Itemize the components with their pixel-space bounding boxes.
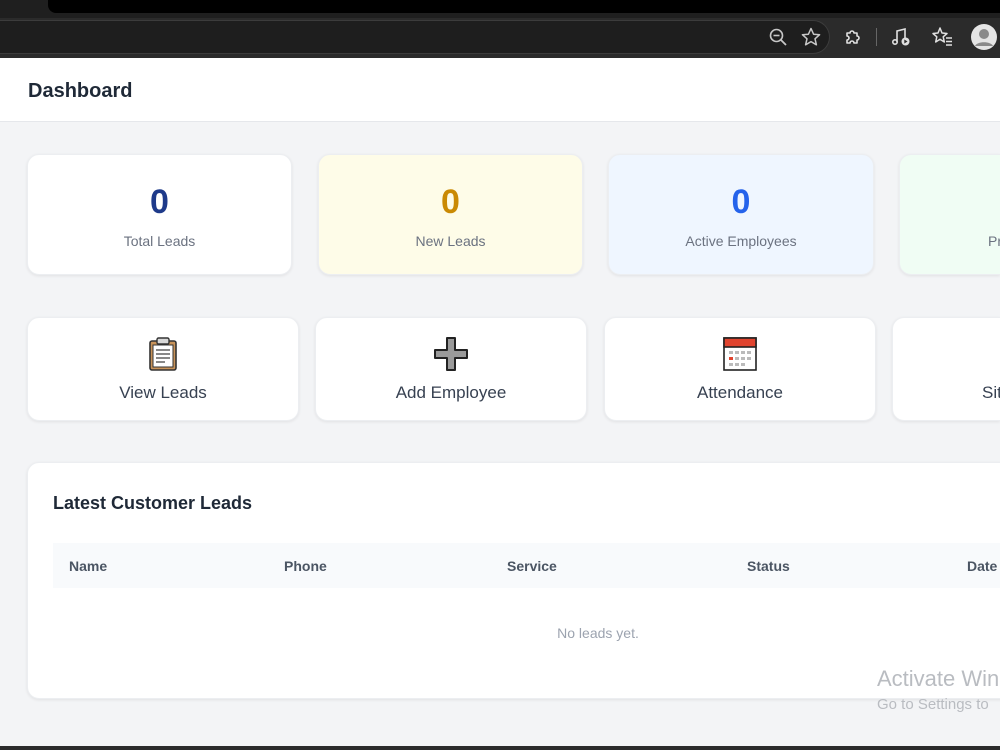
stat-value: 0: [150, 183, 169, 221]
empty-state-text: No leads yet.: [557, 625, 639, 641]
stat-value: 0: [441, 183, 460, 221]
bookmark-star-icon[interactable]: [800, 26, 822, 48]
column-header-date: Date: [967, 558, 998, 574]
activation-watermark-title: Activate Win: [877, 666, 1000, 691]
stat-value: 0: [731, 183, 751, 221]
stat-card-total-leads: 0 Total Leads: [27, 154, 292, 275]
action-label: View Leads: [119, 383, 207, 402]
stat-label: Pr: [988, 233, 1000, 249]
column-header-phone: Phone: [284, 558, 327, 574]
bottom-border: [0, 746, 1000, 750]
column-header-name: Name: [69, 558, 108, 574]
activation-watermark-subtitle: Go to Settings to: [877, 696, 989, 713]
favorites-icon[interactable]: [931, 26, 953, 48]
page-title: Dashboard: [28, 80, 133, 102]
stat-card-active-employees: 0 Active Employees: [608, 154, 874, 275]
action-label: Sit: [982, 383, 1000, 402]
stat-label: Total Leads: [123, 233, 196, 249]
toolbar-separator: [876, 28, 877, 46]
browser-active-tab[interactable]: [48, 0, 1000, 13]
stat-card-new-leads: 0 New Leads: [318, 154, 583, 275]
profile-avatar-icon[interactable]: [970, 23, 998, 51]
attendance-button[interactable]: Attendance: [604, 317, 876, 421]
stat-card-partial: Pr: [899, 154, 1000, 275]
clipboard-icon: [145, 336, 181, 372]
add-employee-button[interactable]: Add Employee: [315, 317, 587, 421]
latest-leads-panel: Latest Customer Leads Name Phone Service…: [27, 462, 1000, 699]
browser-toolbar: [0, 18, 1000, 58]
site-button[interactable]: Sit: [892, 317, 1000, 421]
action-label: Add Employee: [395, 383, 507, 402]
stat-label: Active Employees: [685, 233, 797, 249]
zoom-out-icon[interactable]: [767, 26, 789, 48]
column-header-service: Service: [507, 558, 557, 574]
address-bar[interactable]: [0, 20, 830, 54]
column-header-status: Status: [747, 558, 790, 574]
action-label: Attendance: [696, 383, 783, 402]
browser-tabstrip: [0, 0, 1000, 18]
stat-label: New Leads: [415, 233, 486, 249]
view-leads-button[interactable]: View Leads: [27, 317, 299, 421]
extensions-icon[interactable]: [842, 26, 864, 48]
calendar-icon: [722, 336, 758, 372]
media-controls-icon[interactable]: [890, 26, 912, 48]
app-header: Dashboard: [0, 58, 1000, 122]
plus-icon: [433, 336, 469, 372]
leads-title: Latest Customer Leads: [53, 493, 253, 513]
leads-table-header: Name Phone Service Status Date: [53, 543, 1000, 588]
